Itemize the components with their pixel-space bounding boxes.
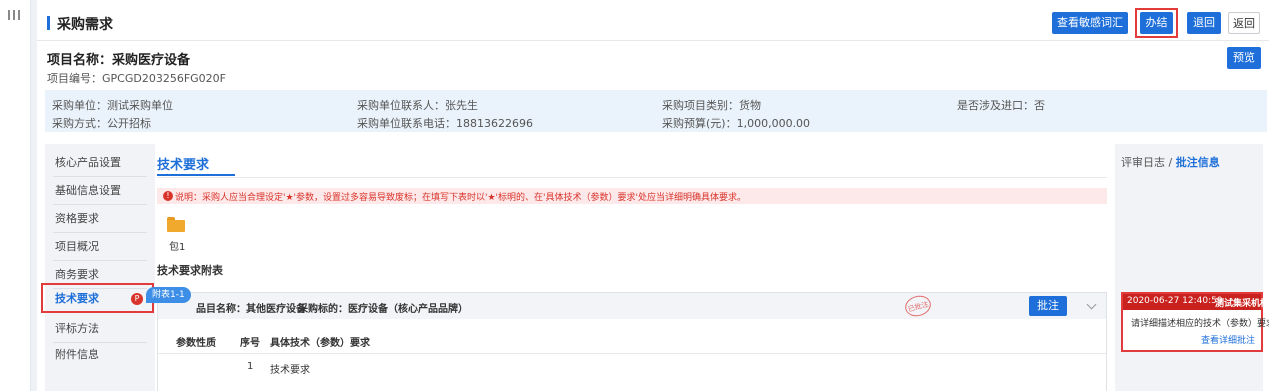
project-name: 项目名称：采购医疗设备	[47, 53, 191, 68]
menu-toggle-icon[interactable]	[8, 10, 20, 20]
notice-text: 说明：采购人应当合理设定'★'参数，设置过多容易导致废标；在填写下表时以'★'标…	[175, 193, 746, 203]
technical-section: 技术要求 ! 说明：采购人应当合理设定'★'参数，设置过多容易导致废标；在填写下…	[146, 144, 1115, 391]
comment-time: 2020-06-27 12:40:59	[1127, 296, 1223, 306]
table-row: 1 技术要求	[158, 355, 1106, 379]
nav-item-label: 附件信息	[55, 348, 99, 361]
budget: 采购预算(元)：1,000,000.00	[662, 117, 811, 130]
left-sidebar-strip	[0, 0, 31, 391]
project-code: 项目编号：GPCGD203256FG020F	[47, 72, 226, 85]
contact-phone: 采购单位联系电话：18813622696	[357, 117, 533, 130]
attachment-table: 品目名称：其他医疗设备 采购标的：医疗设备（核心产品品牌） 已批注 批注 附表1…	[146, 287, 1107, 391]
view-comment-detail-link[interactable]: 查看详细批注	[1201, 333, 1255, 346]
nav-item-overview[interactable]: 项目概况	[45, 233, 155, 261]
nav-item-qualification[interactable]: 资格要求	[45, 205, 155, 233]
comment-card: 2020-06-27 12:40:59 测试集采机构 请详细描述相应的技术（参数…	[1121, 292, 1269, 352]
title-accent-bar	[47, 16, 50, 30]
nav-item-evaluation[interactable]: 评标方法	[45, 315, 155, 343]
section-title-underline	[157, 174, 235, 176]
page-title: 采购需求	[57, 17, 113, 33]
nav-item-label: 评标方法	[55, 322, 99, 335]
comment-header: 2020-06-27 12:40:59 测试集采机构	[1123, 294, 1269, 310]
column-header: 参数性质	[176, 338, 216, 349]
page-header: 采购需求 查看敏感词汇 办结 退回 返回	[37, 6, 1269, 41]
nav-item-label: 核心产品设置	[55, 156, 121, 169]
row-index: 1	[247, 361, 254, 372]
view-sensitive-words-button[interactable]: 查看敏感词汇	[1052, 12, 1128, 34]
purchase-target: 采购标的：医疗设备（核心产品品牌）	[298, 304, 468, 315]
nav-item-basic-info[interactable]: 基础信息设置	[45, 177, 155, 205]
attachment-tag: 附表1-1	[146, 287, 191, 303]
complete-button[interactable]: 办结	[1140, 12, 1173, 34]
review-log-title: 评审日志 / 批注信息	[1121, 154, 1220, 170]
product-name: 品目名称：其他医疗设备	[196, 304, 306, 315]
contact-person: 采购单位联系人：张先生	[357, 99, 478, 112]
review-log-panel: 评审日志 / 批注信息 2020-06-27 12:40:59 测试集采机构 请…	[1121, 144, 1269, 391]
purchasing-unit: 采购单位：测试采购单位	[52, 99, 173, 112]
nav-item-attachments[interactable]: 附件信息	[45, 341, 155, 369]
section-divider	[157, 177, 1107, 178]
comment-info-link[interactable]: 批注信息	[1176, 156, 1220, 169]
nav-item-core-products[interactable]: 核心产品设置	[45, 149, 155, 177]
review-log-label: 评审日志 /	[1121, 156, 1176, 169]
section-title: 技术要求	[157, 158, 210, 173]
annotated-stamp-icon: 已批注	[902, 292, 934, 320]
import-flag: 是否涉及进口：否	[957, 99, 1045, 112]
comment-org: 测试集采机构	[1215, 299, 1269, 309]
nav-item-label: 基础信息设置	[55, 184, 121, 197]
reject-button[interactable]: 退回	[1187, 12, 1221, 34]
warning-icon: !	[163, 191, 173, 201]
row-requirement: 技术要求	[270, 365, 310, 376]
preview-button[interactable]: 预览	[1227, 47, 1261, 69]
purchasing-method: 采购方式：公开招标	[52, 117, 151, 130]
project-info-panel: 采购单位：测试采购单位 采购方式：公开招标 采购单位联系人：张先生 采购单位联系…	[45, 90, 1267, 132]
folder-icon[interactable]	[167, 217, 185, 232]
attachment-table-title: 技术要求附表	[157, 264, 223, 277]
column-header: 具体技术（参数）要求	[270, 338, 370, 349]
comment-message: 请详细描述相应的技术（参数）要求	[1131, 319, 1269, 329]
notice-bar: ! 说明：采购人应当合理设定'★'参数，设置过多容易导致废标；在填写下表时以'★…	[157, 188, 1107, 204]
chevron-down-icon[interactable]	[1086, 299, 1097, 310]
technical-nav-highlight	[41, 283, 154, 313]
package-label[interactable]: 包1	[169, 238, 185, 253]
left-nav: 核心产品设置 基础信息设置 资格要求 项目概况 商务要求 技术要求 P 评标方法	[41, 144, 155, 391]
content-area: 核心产品设置 基础信息设置 资格要求 项目概况 商务要求 技术要求 P 评标方法	[41, 144, 1269, 391]
column-header: 序号	[240, 338, 260, 349]
table-summary-row: 品目名称：其他医疗设备 采购标的：医疗设备（核心产品品牌） 已批注 批注	[158, 292, 1106, 320]
main-panel: 采购需求 查看敏感词汇 办结 退回 返回 预览 项目名称：采购医疗设备 项目编号…	[37, 0, 1269, 391]
back-button[interactable]: 返回	[1228, 12, 1260, 34]
table-header-row: 参数性质 序号 具体技术（参数）要求	[158, 327, 1106, 354]
nav-item-label: 项目概况	[55, 240, 99, 253]
annotate-button[interactable]: 批注	[1029, 296, 1067, 316]
nav-item-label: 资格要求	[55, 212, 99, 225]
project-category: 采购项目类别：货物	[662, 99, 761, 112]
